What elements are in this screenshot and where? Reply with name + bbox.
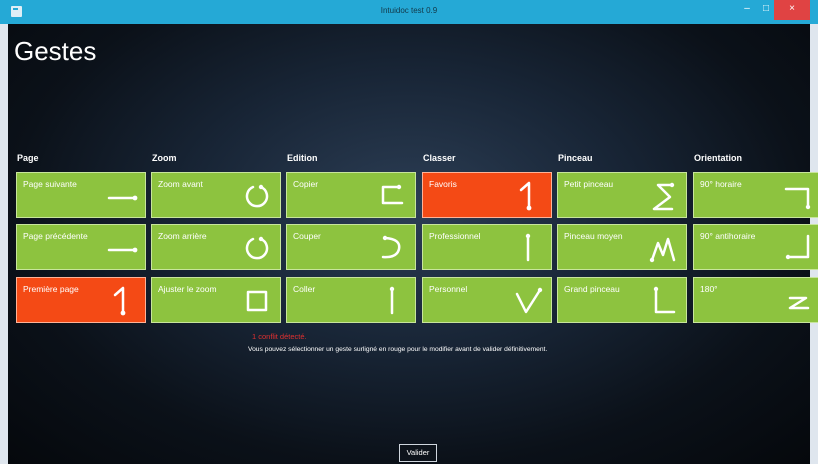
reverse-c-icon	[381, 235, 401, 259]
gesture-tile[interactable]: Coller	[286, 277, 416, 323]
column-header-classer: Classer	[423, 153, 456, 163]
gesture-tile[interactable]: Pinceau moyen	[557, 224, 687, 270]
gesture-tile[interactable]: Petit pinceau	[557, 172, 687, 218]
app-content: Gestes Page Page suivante Page précédente P…	[8, 24, 818, 464]
vertical-line-icon	[525, 233, 531, 262]
gesture-label: Copier	[293, 179, 319, 189]
gesture-label: Page précédente	[23, 231, 88, 241]
page-title: Gestes	[14, 36, 97, 66]
hook-up-icon	[113, 286, 126, 316]
gesture-tile[interactable]: Copier	[286, 172, 416, 218]
minimize-button[interactable]: –	[736, 0, 758, 20]
gesture-tile[interactable]: 90° horaire	[693, 172, 818, 218]
gesture-tile[interactable]: 90° antihoraire	[693, 224, 818, 270]
gesture-label: Page suivante	[23, 179, 77, 189]
conflict-message: 1 conflit détecté.	[252, 332, 307, 341]
gesture-label: Zoom arrière	[158, 231, 207, 241]
s-shape-icon	[652, 182, 675, 211]
maximize-button[interactable]: □	[758, 0, 774, 20]
column-header-edition: Edition	[287, 153, 318, 163]
arrow-right-icon	[107, 247, 138, 253]
gesture-label: Zoom avant	[158, 179, 203, 189]
c-bracket-icon	[381, 184, 404, 205]
circle-open-top-icon	[245, 184, 269, 208]
gesture-label: Personnel	[429, 284, 468, 294]
gesture-label: Couper	[293, 231, 321, 241]
hook-up-icon	[519, 181, 532, 211]
gesture-tile[interactable]: Ajuster le zoom	[151, 277, 281, 323]
validate-button[interactable]: Valider	[399, 444, 437, 462]
gesture-label: 90° antihoraire	[700, 231, 756, 241]
l-shape-icon	[653, 286, 676, 314]
gesture-label: Grand pinceau	[564, 284, 620, 294]
gesture-tile[interactable]: Page suivante	[16, 172, 146, 218]
info-message: Vous pouvez sélectionner un geste surlig…	[248, 346, 548, 353]
column-header-zoom: Zoom	[152, 153, 177, 163]
gesture-tile[interactable]: Zoom avant	[151, 172, 281, 218]
gesture-tile[interactable]: Couper	[286, 224, 416, 270]
gesture-tile[interactable]: Page précédente	[16, 224, 146, 270]
column-header-page: Page	[17, 153, 39, 163]
gesture-tile[interactable]: 180°	[693, 277, 818, 323]
arrow-right-icon	[107, 195, 138, 201]
gesture-label: Coller	[293, 284, 316, 294]
gesture-label: Ajuster le zoom	[158, 284, 217, 294]
column-header-pinceau: Pinceau	[558, 153, 593, 163]
close-button[interactable]: ×	[774, 0, 810, 20]
gesture-label: Favoris	[429, 179, 457, 189]
gesture-tile[interactable]: Favoris	[422, 172, 552, 218]
gesture-label: Pinceau moyen	[564, 231, 623, 241]
square-icon	[246, 290, 268, 312]
gesture-label: Petit pinceau	[564, 179, 614, 189]
gesture-tile[interactable]: Zoom arrière	[151, 224, 281, 270]
title-bar: Intuidoc test 0.9 – □ ×	[0, 0, 818, 24]
corner-down-right-icon	[784, 187, 811, 210]
column-header-orientation: Orientation	[694, 153, 743, 163]
gesture-tile[interactable]: Personnel	[422, 277, 552, 323]
gesture-label: Professionnel	[429, 231, 481, 241]
corner-up-left-icon	[785, 234, 810, 260]
gesture-label: Première page	[23, 284, 79, 294]
circle-open-top-icon	[245, 236, 269, 260]
window-title: Intuidoc test 0.9	[380, 6, 438, 15]
m-shape-icon	[649, 237, 676, 263]
gesture-tile[interactable]: Grand pinceau	[557, 277, 687, 323]
gesture-tile[interactable]: Professionnel	[422, 224, 552, 270]
z-shape-icon	[788, 296, 810, 310]
gesture-label: 90° horaire	[700, 179, 742, 189]
gesture-tile[interactable]: Première page	[16, 277, 146, 323]
vertical-line-icon	[389, 286, 395, 315]
gesture-label: 180°	[700, 284, 718, 294]
check-v-icon	[515, 287, 543, 314]
